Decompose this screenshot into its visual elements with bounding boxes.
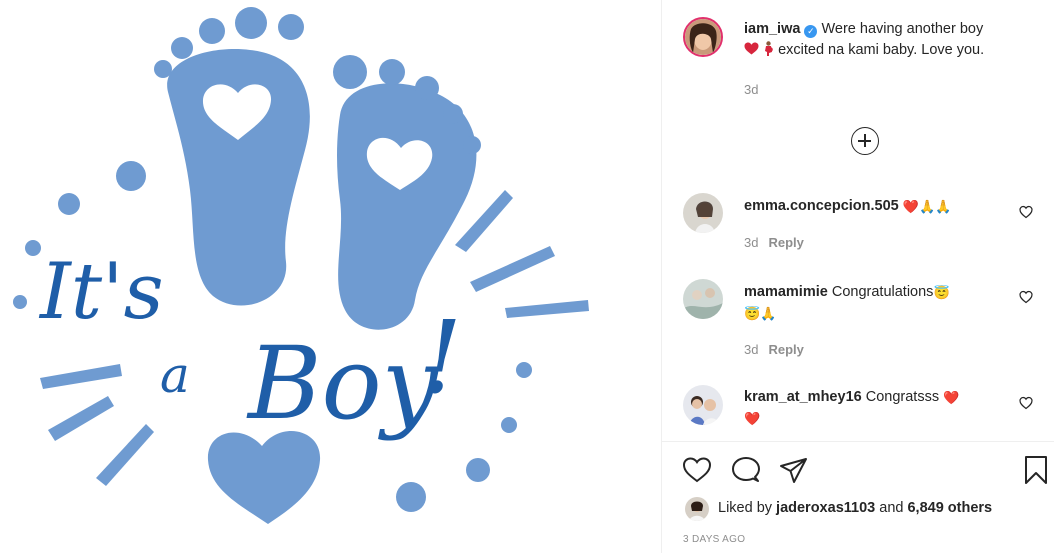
red-heart-emoji: ❤️ <box>902 199 919 214</box>
comment-kram: kram_at_mhey16 Congratsss ❤️ ❤️ <box>744 387 1004 429</box>
comment-text: Congratulations <box>831 284 934 300</box>
smiling-halo-emoji: 😇 <box>744 306 761 321</box>
comment-username[interactable]: kram_at_mhey16 <box>744 389 862 405</box>
comment-emma: emma.concepcion.505 ❤️🙏🙏 <box>744 196 1004 217</box>
instagram-post-view: It's a Boy ! iam_iwa ✓ Were having anoth… <box>0 0 1054 553</box>
caption-timestamp: 3d <box>744 82 759 97</box>
comment-text: Congratsss <box>865 389 940 405</box>
text-a: a <box>160 346 190 404</box>
like-comment-heart-icon[interactable] <box>1019 396 1033 410</box>
liked-by-prefix: Liked by <box>718 500 773 516</box>
comment-avatar-kram[interactable] <box>683 385 723 425</box>
comment-bubble-icon[interactable] <box>731 456 761 484</box>
load-more-comments-icon[interactable] <box>851 127 879 155</box>
text-boy: Boy <box>246 325 440 442</box>
folded-hands-emoji: 🙏 <box>760 306 777 321</box>
caption-line2: excited na kami baby. Love you. <box>778 42 985 58</box>
like-comment-heart-icon[interactable] <box>1019 205 1033 219</box>
like-heart-icon[interactable] <box>682 456 712 484</box>
comment-username[interactable]: emma.concepcion.505 <box>744 198 899 214</box>
comments-panel: iam_iwa ✓ Were having another boy excite… <box>661 0 1054 553</box>
comment-time: 3d <box>744 342 759 357</box>
comment-avatar-mamamimie[interactable] <box>683 279 723 319</box>
post-image[interactable]: It's a Boy ! <box>0 0 661 553</box>
folded-hands-emoji: 🙏 <box>918 199 936 214</box>
share-paper-plane-icon[interactable] <box>779 457 809 485</box>
text-exclaim: ! <box>422 299 462 416</box>
comment-avatar-emma[interactable] <box>683 193 723 233</box>
reply-button[interactable]: Reply <box>768 235 803 250</box>
caption-line1: Were having another boy <box>821 21 984 37</box>
comment-meta: 3d Reply <box>744 235 804 250</box>
likes-summary: Liked by jaderoxas1103 and 6,849 others <box>718 500 992 516</box>
pregnant-woman-icon <box>765 41 773 56</box>
post-caption: iam_iwa ✓ Were having another boy excite… <box>744 19 1044 61</box>
author-avatar[interactable] <box>683 17 723 57</box>
folded-hands-emoji: 🙏 <box>935 199 952 214</box>
its-a-boy-illustration: It's a Boy ! <box>13 7 589 524</box>
reply-button[interactable]: Reply <box>768 342 803 357</box>
post-timestamp: 3 DAYS AGO <box>683 534 746 545</box>
author-username[interactable]: iam_iwa <box>744 21 800 37</box>
comment-time: 3d <box>744 235 759 250</box>
like-comment-heart-icon[interactable] <box>1019 290 1033 304</box>
liked-by-user[interactable]: jaderoxas1103 <box>776 500 875 516</box>
liker-avatar[interactable] <box>685 497 709 521</box>
comment-meta: 3d Reply <box>744 342 804 357</box>
liked-by-others[interactable]: 6,849 others <box>907 500 992 516</box>
red-heart-emoji: ❤️ <box>943 390 960 405</box>
red-heart-icon <box>744 42 759 55</box>
text-its: It's <box>38 247 164 337</box>
comment-mamamimie: mamamimie Congratulations😇 😇🙏 <box>744 282 1004 324</box>
smiling-halo-emoji: 😇 <box>933 285 950 300</box>
comment-username[interactable]: mamamimie <box>744 284 828 300</box>
bottom-heart-shape <box>207 431 321 524</box>
actions-divider <box>662 441 1054 442</box>
liked-by-and: and <box>879 500 904 516</box>
save-bookmark-icon[interactable] <box>1024 455 1048 485</box>
red-heart-emoji: ❤️ <box>744 411 761 426</box>
left-foot-shape <box>167 49 310 306</box>
verified-badge-icon: ✓ <box>804 25 818 38</box>
